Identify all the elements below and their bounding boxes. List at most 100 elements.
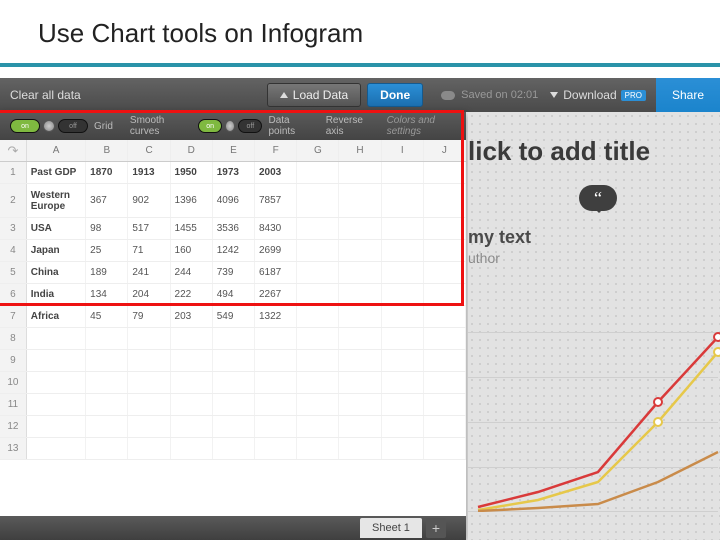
cell[interactable] bbox=[86, 394, 128, 415]
cell[interactable]: 2003 bbox=[255, 162, 297, 183]
row-header[interactable]: 9 bbox=[0, 350, 27, 371]
column-header[interactable]: B bbox=[86, 140, 128, 161]
cell[interactable] bbox=[382, 350, 424, 371]
table-row[interactable]: 4Japan257116012422699 bbox=[0, 240, 466, 262]
cell[interactable] bbox=[424, 394, 466, 415]
cell[interactable]: Western Europe bbox=[27, 184, 86, 217]
load-data-button[interactable]: Load Data bbox=[267, 83, 361, 107]
reverse-axis-label[interactable]: Reverse axis bbox=[326, 115, 373, 137]
cell[interactable] bbox=[339, 218, 381, 239]
cell[interactable] bbox=[297, 350, 339, 371]
cell[interactable]: 1322 bbox=[255, 306, 297, 327]
cell[interactable] bbox=[297, 438, 339, 459]
row-header[interactable]: 8 bbox=[0, 328, 27, 349]
cell[interactable]: India bbox=[27, 284, 86, 305]
cell[interactable] bbox=[86, 350, 128, 371]
cell[interactable] bbox=[382, 372, 424, 393]
cell[interactable] bbox=[424, 372, 466, 393]
cell[interactable] bbox=[339, 438, 381, 459]
row-header[interactable]: 10 bbox=[0, 372, 27, 393]
cell[interactable]: 79 bbox=[128, 306, 170, 327]
table-row[interactable]: 1Past GDP18701913195019732003 bbox=[0, 162, 466, 184]
cell[interactable] bbox=[27, 438, 86, 459]
cell[interactable] bbox=[27, 416, 86, 437]
cell[interactable] bbox=[382, 184, 424, 217]
cell[interactable]: 3536 bbox=[213, 218, 255, 239]
cell[interactable] bbox=[27, 394, 86, 415]
cell[interactable]: 203 bbox=[171, 306, 213, 327]
column-header[interactable]: I bbox=[382, 140, 424, 161]
quote-body-text[interactable]: my text bbox=[468, 227, 720, 248]
column-header[interactable]: D bbox=[171, 140, 213, 161]
table-row[interactable]: 5China1892412447396187 bbox=[0, 262, 466, 284]
cell[interactable] bbox=[255, 394, 297, 415]
cell[interactable] bbox=[213, 372, 255, 393]
table-row[interactable]: 13 bbox=[0, 438, 466, 460]
cell[interactable] bbox=[297, 372, 339, 393]
cell[interactable]: 1950 bbox=[171, 162, 213, 183]
cell[interactable] bbox=[27, 350, 86, 371]
spreadsheet[interactable]: ↷ ABCDEFGHIJ 1Past GDP187019131950197320… bbox=[0, 140, 466, 460]
cell[interactable]: 739 bbox=[213, 262, 255, 283]
cell[interactable] bbox=[424, 416, 466, 437]
cell[interactable] bbox=[339, 394, 381, 415]
cell[interactable] bbox=[128, 438, 170, 459]
cell[interactable] bbox=[297, 328, 339, 349]
cell[interactable] bbox=[424, 328, 466, 349]
cell[interactable]: 8430 bbox=[255, 218, 297, 239]
row-header[interactable]: 6 bbox=[0, 284, 27, 305]
column-header[interactable]: F bbox=[255, 140, 297, 161]
cell[interactable] bbox=[213, 416, 255, 437]
cell[interactable]: 494 bbox=[213, 284, 255, 305]
cell[interactable] bbox=[339, 416, 381, 437]
cell[interactable]: 189 bbox=[86, 262, 128, 283]
cell[interactable] bbox=[339, 240, 381, 261]
cell[interactable]: 1242 bbox=[213, 240, 255, 261]
done-button[interactable]: Done bbox=[367, 83, 423, 107]
cell[interactable] bbox=[255, 350, 297, 371]
cell[interactable] bbox=[339, 350, 381, 371]
title-placeholder[interactable]: lick to add title bbox=[468, 112, 720, 167]
cell[interactable]: USA bbox=[27, 218, 86, 239]
cell[interactable] bbox=[339, 184, 381, 217]
table-row[interactable]: 6India1342042224942267 bbox=[0, 284, 466, 306]
cell[interactable] bbox=[128, 416, 170, 437]
cell[interactable] bbox=[171, 438, 213, 459]
column-header[interactable]: H bbox=[339, 140, 381, 161]
cell[interactable] bbox=[297, 218, 339, 239]
table-row[interactable]: 12 bbox=[0, 416, 466, 438]
table-row[interactable]: 7Africa45792035491322 bbox=[0, 306, 466, 328]
cell[interactable] bbox=[382, 162, 424, 183]
column-header[interactable]: G bbox=[297, 140, 339, 161]
sheet-tab[interactable]: Sheet 1 bbox=[360, 518, 422, 538]
cell[interactable] bbox=[27, 328, 86, 349]
cell[interactable] bbox=[255, 372, 297, 393]
cell[interactable]: 45 bbox=[86, 306, 128, 327]
cell[interactable] bbox=[171, 328, 213, 349]
datapoints-toggle[interactable]: on off Data points bbox=[198, 115, 309, 137]
cell[interactable] bbox=[424, 438, 466, 459]
cell[interactable] bbox=[339, 162, 381, 183]
cell[interactable] bbox=[171, 416, 213, 437]
cell[interactable] bbox=[86, 416, 128, 437]
row-header[interactable]: 3 bbox=[0, 218, 27, 239]
cell[interactable]: 244 bbox=[171, 262, 213, 283]
cell[interactable] bbox=[339, 284, 381, 305]
cell[interactable]: 241 bbox=[128, 262, 170, 283]
cell[interactable] bbox=[339, 328, 381, 349]
row-header[interactable]: 4 bbox=[0, 240, 27, 261]
cell[interactable] bbox=[424, 262, 466, 283]
row-header[interactable]: 5 bbox=[0, 262, 27, 283]
cell[interactable]: 549 bbox=[213, 306, 255, 327]
cell[interactable] bbox=[297, 416, 339, 437]
cell[interactable] bbox=[86, 328, 128, 349]
cell[interactable] bbox=[213, 394, 255, 415]
cell[interactable]: 134 bbox=[86, 284, 128, 305]
clear-all-data-link[interactable]: Clear all data bbox=[0, 88, 81, 102]
cell[interactable] bbox=[382, 438, 424, 459]
cell[interactable]: 367 bbox=[86, 184, 128, 217]
cell[interactable]: 1913 bbox=[128, 162, 170, 183]
cell[interactable] bbox=[27, 372, 86, 393]
cell[interactable] bbox=[213, 328, 255, 349]
cell[interactable] bbox=[382, 394, 424, 415]
